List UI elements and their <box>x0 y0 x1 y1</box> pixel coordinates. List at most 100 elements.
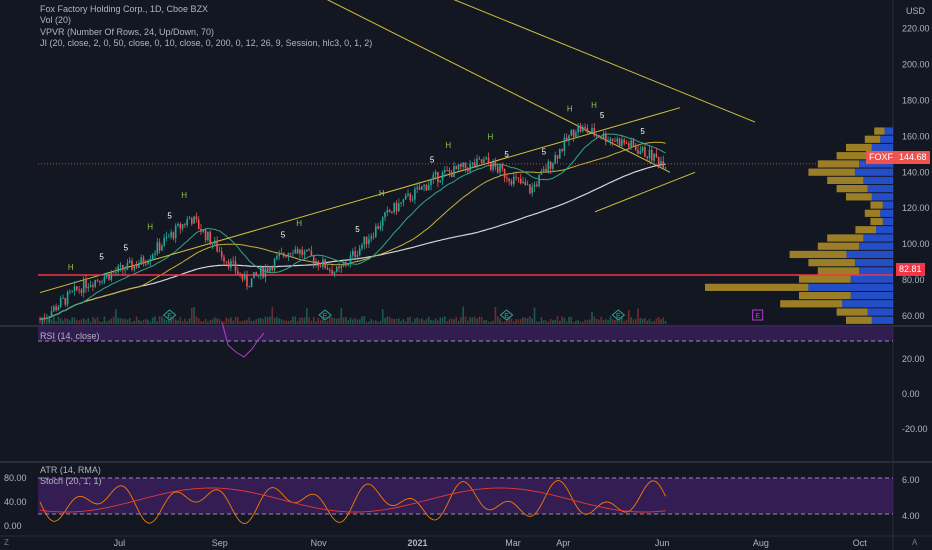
candle-body <box>255 272 257 276</box>
candle-body <box>147 261 149 265</box>
indicator-vpvr[interactable]: VPVR (Number Of Rows, 24, Up/Down, 70) <box>40 27 214 38</box>
candle-body <box>365 236 368 244</box>
vpvr-row-down <box>817 267 860 275</box>
vpvr-row-up <box>842 300 893 308</box>
candle-body <box>526 184 529 186</box>
volume-bar <box>214 317 216 324</box>
zoom-icon[interactable]: Z <box>4 538 9 547</box>
candle-body <box>115 272 117 273</box>
candle-body <box>437 171 439 183</box>
rsi-tick: 0.00 <box>902 389 920 399</box>
volume-bar <box>165 319 168 324</box>
volume-bar <box>110 318 113 324</box>
volume-bar <box>593 316 596 324</box>
candle-body <box>531 186 533 194</box>
volume-bar <box>565 321 568 324</box>
volume-bar <box>409 316 412 324</box>
candle-body <box>41 317 44 320</box>
candle-body <box>64 298 67 305</box>
signal-5-marker: 5 <box>542 147 547 156</box>
volume-bar <box>188 318 191 324</box>
rsi-band <box>38 326 893 341</box>
candle-body <box>237 271 239 274</box>
rsi-label[interactable]: RSI (14, close) <box>40 331 100 341</box>
volume-bar <box>450 318 453 324</box>
volume-bar <box>147 319 149 324</box>
volume-bar <box>483 320 485 324</box>
volume-bar <box>492 320 494 324</box>
volume-bar <box>253 320 255 324</box>
candle-body <box>225 261 228 263</box>
symbol-title[interactable]: Fox Factory Holding Corp., 1D, Cboe BZX <box>40 4 208 15</box>
level-price-badge: 82.81 <box>896 263 925 276</box>
signal-5-marker: 5 <box>430 156 435 165</box>
volume-bar <box>179 317 182 324</box>
candle-body <box>230 260 232 268</box>
volume-bar <box>292 316 294 324</box>
candle-body <box>644 147 646 157</box>
candle-body <box>347 263 349 266</box>
candle-body <box>561 149 563 152</box>
volume-bar <box>460 317 462 324</box>
volume-bar <box>570 317 573 324</box>
candle-body <box>483 159 485 163</box>
volume-bar <box>255 319 257 324</box>
candle-body <box>460 164 462 167</box>
candle-body <box>246 274 248 287</box>
candle-body <box>547 161 550 172</box>
candle-body <box>39 319 41 321</box>
candle-body <box>513 176 515 185</box>
volume-bar <box>133 320 136 324</box>
candle-body <box>287 253 290 258</box>
volume-bar <box>39 320 41 324</box>
candle-body <box>476 158 478 167</box>
vpvr-row-up <box>859 242 893 250</box>
volume-bar <box>384 317 386 324</box>
volume-bar <box>347 320 349 324</box>
candle-body <box>204 229 207 241</box>
stoch-label[interactable]: Stoch (20, 1, 1) <box>40 476 102 486</box>
volume-bar <box>595 318 598 324</box>
candle-body <box>71 290 73 292</box>
candle-body <box>487 157 490 164</box>
volume-bar <box>524 317 527 324</box>
candle-body <box>349 255 352 264</box>
volume-bar <box>225 317 228 324</box>
candle-body <box>446 170 448 171</box>
candle-body <box>554 155 556 164</box>
indicator-ji[interactable]: JI (20, close, 2, 0, 50, close, 0, 10, c… <box>40 38 372 49</box>
signal-5-marker: 5 <box>99 252 104 261</box>
volume-bar <box>101 321 103 324</box>
candle-body <box>496 166 499 173</box>
volume-bar <box>425 318 428 324</box>
volume-bar <box>53 316 55 324</box>
candle-body <box>388 210 391 212</box>
auto-scale-icon[interactable]: A <box>912 538 917 547</box>
vpvr-row-down <box>874 127 885 135</box>
candle-body <box>99 280 101 283</box>
volume-bar <box>154 316 156 324</box>
candle-body <box>271 267 274 271</box>
atr-label[interactable]: ATR (14, RMA) <box>40 465 101 475</box>
candle-body <box>108 273 110 280</box>
volume-bar <box>395 318 398 324</box>
candle-body <box>170 232 172 237</box>
candle-body <box>621 139 623 146</box>
volume-bar <box>361 316 363 324</box>
candle-body <box>453 166 455 178</box>
volume-bar <box>494 307 497 324</box>
candle-body <box>418 187 421 190</box>
volume-bar <box>444 316 446 324</box>
vpvr-row-up <box>871 316 893 324</box>
vpvr-row-up <box>867 185 893 193</box>
candle-body <box>112 272 115 274</box>
candle-body <box>306 249 308 252</box>
candle-body <box>549 161 552 169</box>
volume-bar <box>586 319 589 324</box>
indicator-vol[interactable]: Vol (20) <box>40 15 71 26</box>
candle-body <box>200 228 202 232</box>
volume-bar <box>607 319 609 324</box>
volume-bar <box>354 317 356 324</box>
candle-body <box>637 149 639 154</box>
chart-canvas[interactable]: HHHHHHHH H5555555 555E E E E E 220.00200.00180… <box>0 0 932 550</box>
